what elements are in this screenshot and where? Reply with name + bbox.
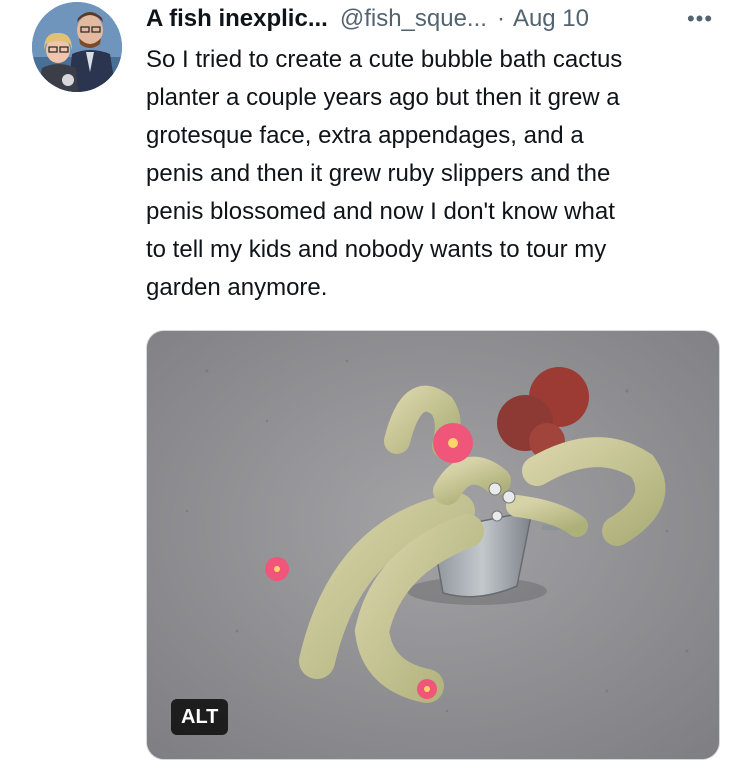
tweet-media-image[interactable]: ALT bbox=[146, 330, 720, 760]
tweet-text: So I tried to create a cute bubble bath … bbox=[146, 46, 623, 301]
avatar-photo bbox=[32, 2, 122, 92]
more-horizontal-icon[interactable]: ••• bbox=[680, 2, 720, 36]
tweet-header: A fish inexplic... @fish_sque... · Aug 1… bbox=[146, 2, 726, 36]
tweet-date[interactable]: Aug 10 bbox=[513, 5, 589, 33]
author-name[interactable]: A fish inexplic... bbox=[146, 5, 328, 33]
author-handle[interactable]: @fish_sque... bbox=[340, 5, 487, 33]
alt-text-badge[interactable]: ALT bbox=[171, 699, 229, 735]
header-separator: · bbox=[496, 5, 505, 32]
cactus-planter-photo bbox=[147, 331, 719, 759]
avatar[interactable] bbox=[32, 2, 122, 92]
